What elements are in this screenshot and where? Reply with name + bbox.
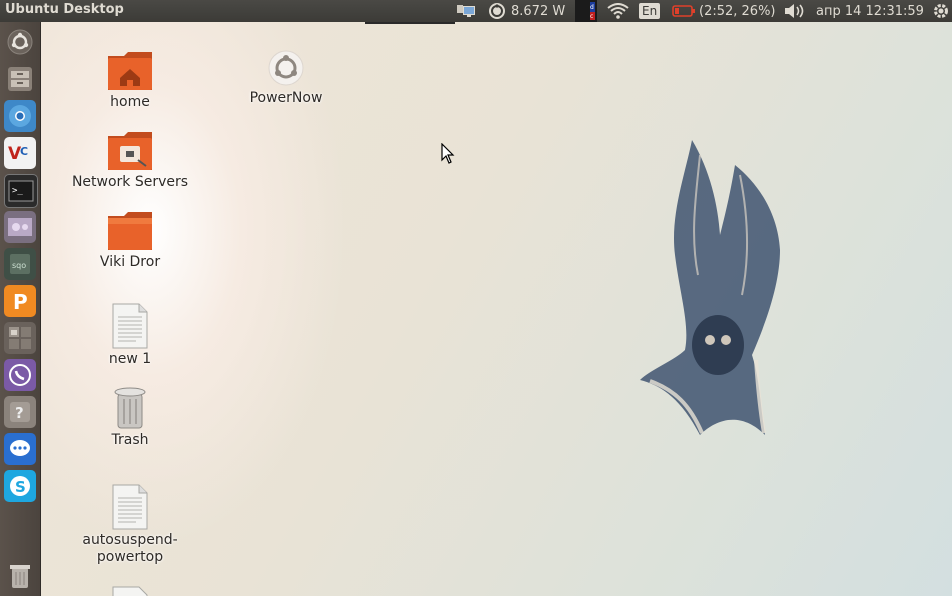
power-reading[interactable]: 8.672 W <box>511 0 565 22</box>
svg-text:S: S <box>15 478 26 496</box>
app-title: Ubuntu Desktop <box>5 2 124 17</box>
powernow-indicator-icon[interactable] <box>488 0 506 22</box>
desktop-icon-label: Viki Dror <box>99 254 161 270</box>
top-panel: Ubuntu Desktop 8.672 W dc En (2:52, 26%)… <box>0 0 952 22</box>
desktop-icon-label: home <box>110 94 150 110</box>
trash-launcher[interactable] <box>4 559 36 591</box>
chat-bubble-icon <box>10 440 30 456</box>
desktop-icon-label: Network Servers <box>71 174 189 190</box>
window-edge <box>365 22 455 24</box>
terminal-launcher[interactable]: >_ <box>4 174 38 208</box>
viber-launcher[interactable] <box>4 359 36 391</box>
code-editor-icon: VC <box>8 144 28 164</box>
launcher: VC >_ sqo P ? S <box>0 22 41 596</box>
svg-text:C: C <box>20 145 28 158</box>
vscode-launcher[interactable]: VC <box>4 137 36 169</box>
svg-text:sqo: sqo <box>12 261 26 270</box>
photo-viewer-icon <box>8 218 32 236</box>
wallpaper-bird <box>640 140 780 435</box>
desktop-icon-trash[interactable]: Trash <box>70 384 190 449</box>
desktop-icon-new-1[interactable]: new 1 <box>70 303 190 368</box>
desktop-icon-label: new 1 <box>108 351 152 367</box>
desktop-icon-viki-dror[interactable]: Viki Dror <box>70 210 190 271</box>
network-folder-icon <box>108 132 152 170</box>
viber-phone-icon <box>9 364 31 386</box>
trash-icon <box>10 565 30 588</box>
network-monitor-icon[interactable] <box>455 0 477 22</box>
desktop-icon-label-line2: powertop <box>96 549 164 565</box>
powernow-launcher[interactable]: P <box>4 285 36 317</box>
database-icon: sqo <box>10 254 30 274</box>
desktop-icon-label: Trash <box>111 432 149 448</box>
keyboard-layout[interactable]: En <box>639 0 661 22</box>
p-app-icon: P <box>13 290 28 314</box>
help-launcher[interactable]: ? <box>4 396 36 428</box>
desktop-icon-partial[interactable] <box>70 586 190 596</box>
skype-launcher[interactable]: S <box>4 470 36 502</box>
keyboard-layout-label: En <box>639 3 661 19</box>
desktop-icon-network-servers[interactable]: Network Servers <box>70 130 190 191</box>
photos-launcher[interactable] <box>4 211 36 243</box>
file-cabinet-icon <box>8 67 32 91</box>
ubuntu-app-icon <box>268 50 304 86</box>
file-manager-launcher[interactable] <box>4 63 36 95</box>
battery-icon[interactable] <box>672 0 696 22</box>
home-folder-icon <box>108 52 152 90</box>
desktop-icon-label: autosuspend- <box>82 532 178 548</box>
svg-text:P: P <box>13 290 28 314</box>
chromium-launcher[interactable] <box>4 100 36 132</box>
chromium-icon <box>9 105 31 127</box>
desktop-icon-label: PowerNow <box>249 90 323 106</box>
text-file-icon <box>112 484 148 530</box>
battery-status[interactable]: (2:52, 26%) <box>699 0 776 22</box>
skype-icon: S <box>10 476 30 496</box>
terminal-icon: >_ <box>8 180 34 202</box>
wifi-icon[interactable] <box>607 0 629 22</box>
desktop-icon-powernow[interactable]: PowerNow <box>226 48 346 107</box>
mouse-cursor <box>441 143 455 164</box>
dash-home-button[interactable] <box>4 26 36 58</box>
text-file-icon <box>112 303 148 349</box>
folder-icon <box>108 212 152 250</box>
trash-can-icon <box>114 387 146 429</box>
help-icon: ? <box>10 402 30 422</box>
svg-text:c: c <box>590 13 593 20</box>
desktop-icon-autosuspend-powertop[interactable]: autosuspend- powertop <box>70 484 190 566</box>
clock[interactable]: апр 14 12:31:59 <box>816 0 924 22</box>
ubuntu-logo-icon <box>7 29 33 55</box>
svg-text:?: ? <box>15 404 24 422</box>
sqlite-launcher[interactable]: sqo <box>4 248 36 280</box>
gear-icon[interactable] <box>932 0 950 22</box>
svg-text:>_: >_ <box>12 186 23 196</box>
workspace-grid-icon <box>9 327 31 349</box>
cpu-indicator-icon[interactable]: dc <box>575 0 597 22</box>
svg-text:d: d <box>590 4 594 11</box>
volume-icon[interactable] <box>784 0 806 22</box>
desktop-icon-home[interactable]: home <box>70 50 190 111</box>
messenger-launcher[interactable] <box>4 433 36 465</box>
text-file-icon <box>112 586 148 596</box>
workspace-switcher-launcher[interactable] <box>4 322 36 354</box>
